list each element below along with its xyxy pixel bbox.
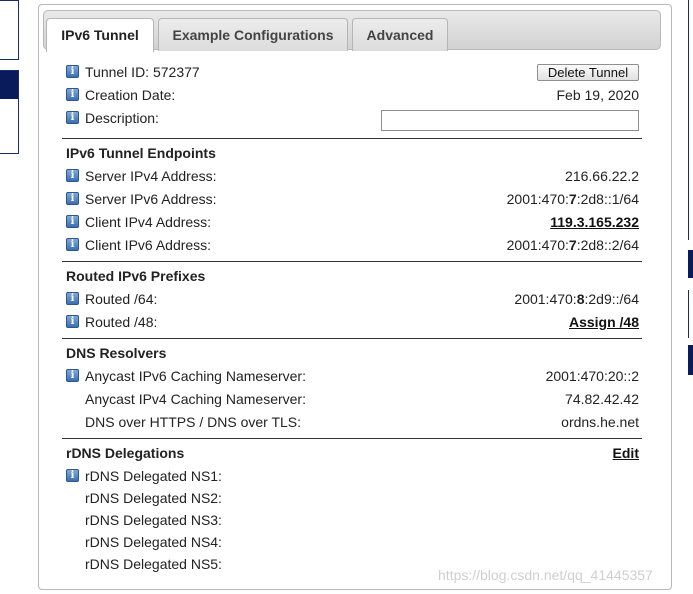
- server-ipv6-prefix: 2001:470:: [506, 191, 569, 207]
- info-icon[interactable]: i: [66, 192, 79, 205]
- doh-value: ordns.he.net: [561, 414, 639, 430]
- description-input[interactable]: [381, 110, 639, 131]
- rdns-section-title: rDNS Delegations: [66, 445, 185, 461]
- tab-example-configurations[interactable]: Example Configurations: [158, 18, 348, 51]
- anycast-ipv4-label: Anycast IPv4 Caching Nameserver:: [85, 391, 306, 407]
- anycast-ipv6-row: i Anycast IPv6 Caching Nameserver: 2001:…: [62, 365, 642, 388]
- rdns-ns2-label: rDNS Delegated NS2:: [85, 490, 222, 506]
- creation-date-label: Creation Date:: [85, 87, 176, 103]
- info-icon[interactable]: i: [66, 238, 79, 251]
- rdns-ns4-row: rDNS Delegated NS4:: [62, 531, 642, 553]
- rdns-ns1-label: rDNS Delegated NS1:: [85, 468, 222, 484]
- routed-48-label: Routed /48:: [85, 314, 158, 330]
- right-sidebar-fragment-mid: [688, 290, 693, 338]
- anycast-ipv4-row: Anycast IPv4 Caching Nameserver: 74.82.4…: [62, 388, 642, 411]
- rdns-section-header: rDNS Delegations Edit: [62, 438, 642, 465]
- server-ipv6-suffix: :2d8::1/64: [576, 191, 639, 207]
- watermark-text: https://blog.csdn.net/qq_41445357: [438, 567, 653, 583]
- description-row: i Description:: [62, 107, 642, 131]
- client-ipv6-highlight: 7: [568, 237, 577, 253]
- info-icon[interactable]: i: [66, 292, 79, 305]
- tab-advanced[interactable]: Advanced: [352, 18, 448, 51]
- doh-label: DNS over HTTPS / DNS over TLS:: [85, 414, 302, 430]
- routed-64-row: i Routed /64: 2001:470:8:2d9::/64: [62, 288, 642, 311]
- description-label: Description:: [85, 110, 159, 126]
- client-ipv6-suffix: :2d8::2/64: [576, 237, 639, 253]
- left-sidebar-header-bar: [0, 71, 18, 99]
- routed-section-title: Routed IPv6 Prefixes: [66, 268, 206, 284]
- right-sidebar-header-bar: [688, 250, 693, 278]
- dns-section-header: DNS Resolvers: [62, 338, 642, 365]
- info-icon[interactable]: i: [66, 111, 79, 124]
- routed-48-row: i Routed /48: Assign /48: [62, 311, 642, 334]
- tab-bar: IPv6 Tunnel Example Configurations Advan…: [43, 10, 661, 52]
- routed-64-label: Routed /64:: [85, 291, 158, 307]
- anycast-ipv6-value: 2001:470:20::2: [545, 368, 639, 384]
- server-ipv6-label: Server IPv6 Address:: [85, 191, 217, 207]
- server-ipv4-row: i Server IPv4 Address: 216.66.22.2: [62, 165, 642, 188]
- tunnel-id-label: Tunnel ID: 572377: [85, 64, 200, 80]
- server-ipv4-label: Server IPv4 Address:: [85, 168, 217, 184]
- left-sidebar-fragment-top: [0, 0, 19, 60]
- client-ipv6-label: Client IPv6 Address:: [85, 237, 212, 253]
- server-ipv4-value: 216.66.22.2: [565, 168, 639, 184]
- delete-tunnel-button[interactable]: Delete Tunnel: [537, 64, 639, 81]
- creation-date-row: i Creation Date: Feb 19, 2020: [62, 84, 642, 107]
- dns-section-title: DNS Resolvers: [66, 345, 167, 361]
- client-ipv6-value: 2001:470:7:2d8::2/64: [507, 237, 639, 253]
- rdns-ns1-row: i rDNS Delegated NS1:: [62, 465, 642, 487]
- server-ipv6-row: i Server IPv6 Address: 2001:470:7:2d8::1…: [62, 188, 642, 211]
- info-icon[interactable]: i: [66, 65, 79, 78]
- client-ipv4-row: i Client IPv4 Address: 119.3.165.232: [62, 211, 642, 234]
- rdns-ns3-label: rDNS Delegated NS3:: [85, 512, 222, 528]
- routed-64-prefix: 2001:470:: [514, 291, 577, 307]
- assign-48-link[interactable]: Assign /48: [569, 314, 639, 330]
- left-sidebar-fragment-menu: [0, 70, 19, 154]
- tunnel-id-row: i Tunnel ID: 572377 Delete Tunnel: [62, 61, 642, 84]
- server-ipv6-value: 2001:470:7:2d8::1/64: [507, 191, 639, 207]
- right-sidebar-header-bar-2: [688, 345, 693, 375]
- server-ipv6-highlight: 7: [568, 191, 577, 207]
- rdns-ns2-row: rDNS Delegated NS2:: [62, 487, 642, 509]
- rdns-ns4-label: rDNS Delegated NS4:: [85, 534, 222, 550]
- rdns-ns3-row: rDNS Delegated NS3:: [62, 509, 642, 531]
- right-sidebar-fragment-top: [688, 0, 693, 240]
- info-icon[interactable]: i: [66, 215, 79, 228]
- info-icon[interactable]: i: [66, 469, 79, 482]
- tunnel-content: i Tunnel ID: 572377 Delete Tunnel i Crea…: [62, 61, 642, 575]
- routed-section-header: Routed IPv6 Prefixes: [62, 261, 642, 288]
- routed-64-suffix: :2d9::/64: [584, 291, 640, 307]
- info-icon[interactable]: i: [66, 315, 79, 328]
- info-icon[interactable]: i: [66, 369, 79, 382]
- client-ipv6-row: i Client IPv6 Address: 2001:470:7:2d8::2…: [62, 234, 642, 257]
- endpoints-section-title: IPv6 Tunnel Endpoints: [66, 145, 216, 161]
- endpoints-section-header: IPv6 Tunnel Endpoints: [62, 138, 642, 165]
- rdns-ns5-label: rDNS Delegated NS5:: [85, 556, 222, 572]
- routed-64-value: 2001:470:8:2d9::/64: [514, 291, 639, 307]
- client-ipv4-label: Client IPv4 Address:: [85, 214, 212, 230]
- doh-row: DNS over HTTPS / DNS over TLS: ordns.he.…: [62, 411, 642, 434]
- routed-64-highlight: 8: [576, 291, 585, 307]
- client-ipv6-prefix: 2001:470:: [506, 237, 569, 253]
- rdns-edit-link[interactable]: Edit: [613, 445, 639, 461]
- anycast-ipv6-label: Anycast IPv6 Caching Nameserver:: [85, 368, 306, 384]
- tab-ipv6-tunnel[interactable]: IPv6 Tunnel: [46, 18, 154, 52]
- creation-date-value: Feb 19, 2020: [556, 87, 639, 103]
- info-icon[interactable]: i: [66, 88, 79, 101]
- anycast-ipv4-value: 74.82.42.42: [565, 391, 639, 407]
- tunnel-details-panel: IPv6 Tunnel Example Configurations Advan…: [38, 4, 672, 590]
- info-icon[interactable]: i: [66, 169, 79, 182]
- client-ipv4-link[interactable]: 119.3.165.232: [550, 214, 639, 230]
